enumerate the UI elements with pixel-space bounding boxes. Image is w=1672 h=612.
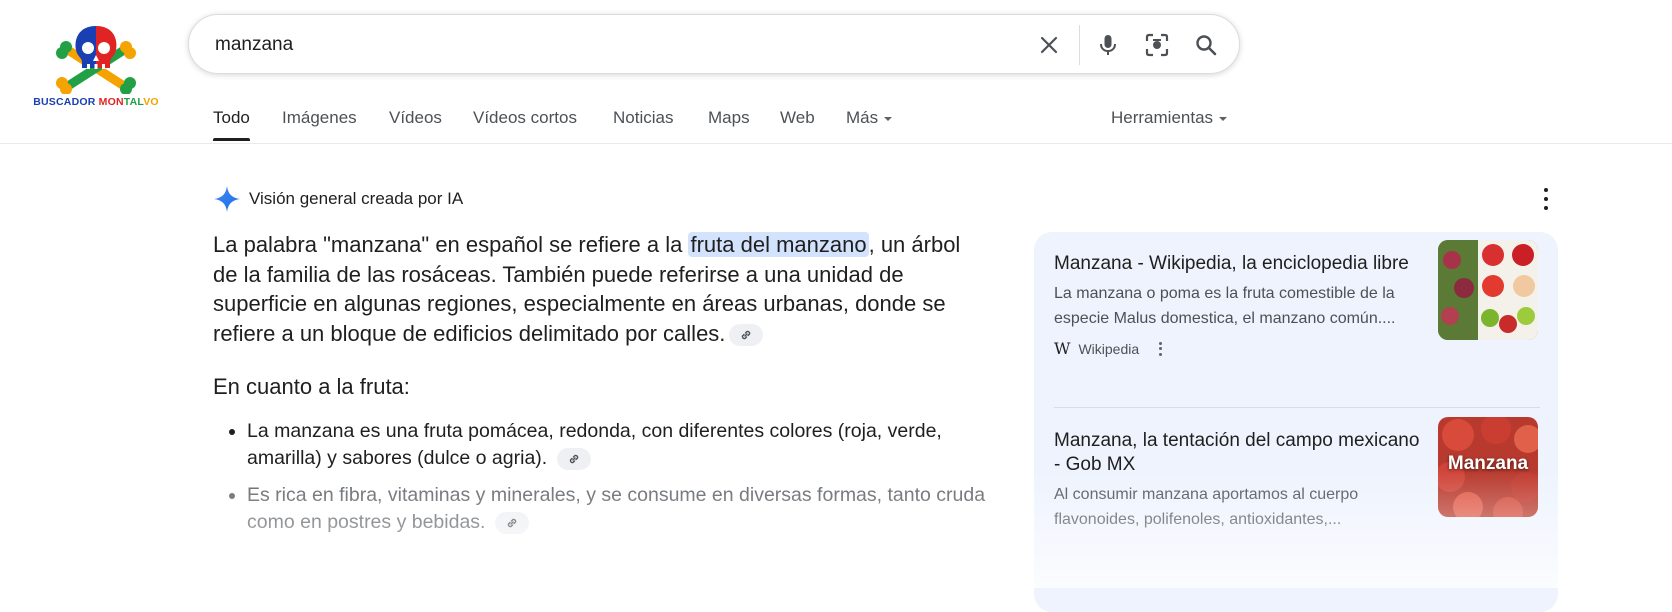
search-input[interactable] [213,29,997,61]
search-box [188,14,1240,74]
more-options-icon[interactable] [1159,341,1163,356]
mic-icon[interactable] [1093,30,1123,60]
ai-overview-header: Visión general creada por IA [213,184,463,214]
link-icon[interactable] [729,323,764,346]
link-icon[interactable] [494,511,529,534]
search-divider [1079,25,1080,65]
ai-overview-title: Visión general creada por IA [249,189,464,208]
source-title[interactable]: Manzana, la tentación del campo mexicano… [1054,429,1424,477]
tab-mas-label: Más [846,108,879,127]
bullet-text: Es rica en fibra, vitaminas y minerales,… [247,484,986,533]
tabs-divider [0,143,1672,144]
tab-maps[interactable]: Maps [708,108,750,128]
apples-thumbnail[interactable]: Manzana [1438,417,1538,517]
skull-logo-icon [56,26,136,95]
tab-mas[interactable]: Más [846,108,893,128]
camera-search-icon[interactable] [1142,30,1172,60]
source-site-name: Wikipedia [1078,340,1140,357]
source-description: La manzana o poma es la fruta comestible… [1054,285,1396,327]
logo-text: BUSCADOR MONTALVO [33,96,159,108]
sources-panel: Manzana - Wikipedia, la enciclopedia lib… [1034,232,1558,612]
tab-todo[interactable]: Todo [213,108,250,141]
tab-web[interactable]: Web [780,108,815,128]
thumbnail-label: Manzana [1447,453,1529,474]
tab-videos[interactable]: Vídeos [389,108,442,128]
ai-subheading: En cuanto a la fruta: [213,374,410,399]
bullet-text: La manzana es una fruta pomácea, redonda… [247,420,942,469]
ai-text-before: La palabra "manzana" en español se refie… [213,232,689,257]
sparkle-icon [214,186,240,212]
tab-noticias[interactable]: Noticias [613,108,673,128]
chevron-down-icon [1219,116,1228,121]
more-options-icon[interactable] [1536,188,1556,210]
source-description: Al consumir manzana aportamos al cuerpo … [1054,486,1359,528]
tab-videos-cortos[interactable]: Vídeos cortos [473,108,577,128]
chevron-down-icon [884,116,893,121]
source-card[interactable]: Manzana, la tentación del campo mexicano… [1054,417,1540,532]
tab-imagenes[interactable]: Imágenes [282,108,357,128]
source-card[interactable]: Manzana - Wikipedia, la enciclopedia lib… [1054,240,1540,358]
highlighted-phrase[interactable]: fruta del manzano [688,232,869,257]
tools-button[interactable]: Herramientas [1111,108,1228,128]
list-item: Es rica en fibra, vitaminas y minerales,… [247,482,1007,536]
tools-label: Herramientas [1111,108,1214,127]
ai-overview-text: La palabra "manzana" en español se refie… [213,230,983,348]
ai-bullet-list: La manzana es una fruta pomácea, redonda… [213,418,1007,546]
close-icon[interactable] [1034,30,1064,60]
search-icon[interactable] [1191,30,1221,60]
logo[interactable]: BUSCADOR MONTALVO [30,22,162,114]
card-divider [1054,407,1540,408]
source-site: W Wikipedia [1054,339,1540,358]
apples-thumbnail[interactable] [1438,240,1538,340]
link-icon[interactable] [556,447,591,470]
wikipedia-icon: W [1054,339,1071,358]
list-item: La manzana es una fruta pomácea, redonda… [247,418,1007,472]
source-title[interactable]: Manzana - Wikipedia, la enciclopedia lib… [1054,252,1424,276]
